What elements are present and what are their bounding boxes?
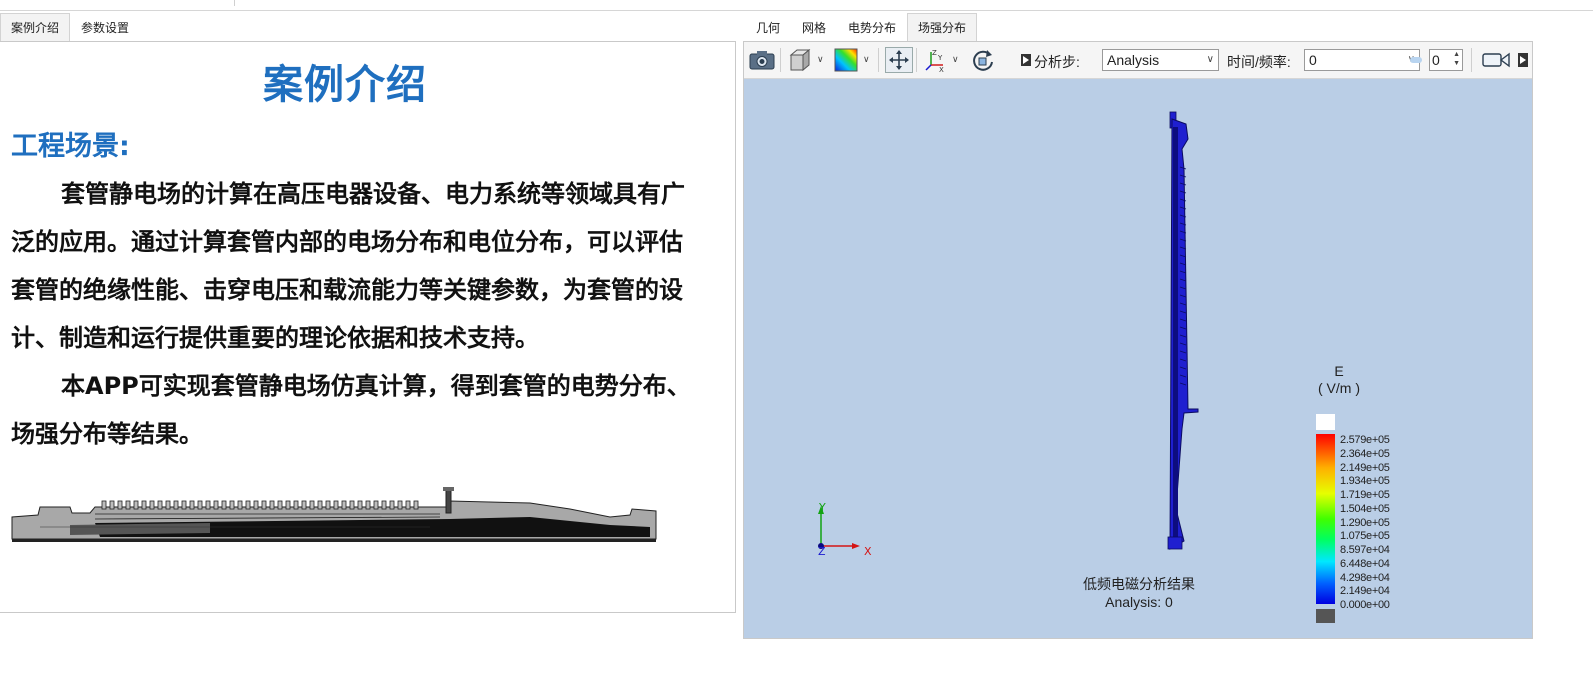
legend-overflow-high bbox=[1316, 414, 1335, 430]
divider bbox=[916, 48, 917, 72]
legend-tick-label: 2.149e+05 bbox=[1340, 462, 1390, 474]
intro-paragraph-1: 套管静电场的计算在高压电器设备、电力系统等领域具有广泛的应用。通过计算套管内部的… bbox=[11, 180, 685, 352]
right-tabbar: 几何 网格 电势分布 场强分布 bbox=[745, 13, 978, 41]
time-frequency-select[interactable]: 0 ∨ bbox=[1304, 49, 1420, 71]
frame-value: 0 bbox=[1432, 52, 1440, 68]
legend-tick-label: 2.579e+05 bbox=[1340, 434, 1390, 446]
screenshot-camera-icon[interactable] bbox=[748, 47, 776, 73]
divider bbox=[234, 0, 235, 6]
reset-rotation-icon[interactable] bbox=[969, 47, 997, 73]
tab-parameter-settings[interactable]: 参数设置 bbox=[70, 13, 140, 41]
video-camera-icon[interactable] bbox=[1482, 47, 1510, 73]
chevron-down-icon[interactable]: ∨ bbox=[817, 54, 824, 65]
tab-case-intro[interactable]: 案例介绍 bbox=[0, 13, 71, 41]
top-strip bbox=[0, 0, 1593, 11]
chevron-down-icon: ∨ bbox=[1206, 54, 1214, 65]
legend-tick-label: 0.000e+00 bbox=[1340, 599, 1390, 611]
legend-tick-label: 1.504e+05 bbox=[1340, 503, 1390, 515]
legend-colorbar bbox=[1316, 434, 1335, 604]
analysis-step-select[interactable]: Analysis ∨ bbox=[1102, 49, 1219, 71]
analysis-step-label: 分析步: bbox=[1034, 54, 1080, 70]
chevron-down-icon[interactable]: ∨ bbox=[863, 54, 870, 65]
analysis-step-value: Analysis bbox=[1107, 52, 1160, 68]
view-cube-icon[interactable] bbox=[786, 47, 814, 73]
legend-overflow-low bbox=[1316, 609, 1335, 623]
divider bbox=[878, 48, 879, 72]
legend-tick-label: 6.448e+04 bbox=[1340, 558, 1390, 570]
viewer-toolbar: ∨ ∨ ZYX ∨ 分析步: Analysis ∨ 时间/频率: 0 0 ▲ ▼ bbox=[744, 42, 1532, 79]
legend-tick-label: 2.149e+04 bbox=[1340, 585, 1390, 597]
tab-field-strength-distribution[interactable]: 场强分布 bbox=[907, 13, 978, 41]
intro-paragraph-2: 本APP可实现套管静电场仿真计算，得到套管的电势分布、场强分布等结果。 bbox=[11, 372, 691, 448]
divider bbox=[780, 48, 781, 72]
axis-label-y: Y bbox=[818, 501, 826, 514]
3d-viewport[interactable]: Y X Z E ( V/m ) 2.579e+05 2.364e+05 2.14… bbox=[744, 79, 1532, 638]
axis-label-z: Z bbox=[818, 545, 826, 558]
axes-orientation-icon[interactable]: ZYX bbox=[922, 47, 950, 73]
legend-unit: ( V/m ) bbox=[1318, 380, 1360, 396]
toolbar-overflow-icon[interactable] bbox=[1516, 47, 1530, 73]
time-frequency-label: 时间/频率: bbox=[1227, 54, 1291, 70]
spin-down-icon[interactable]: ▼ bbox=[1453, 60, 1460, 68]
svg-text:X: X bbox=[939, 66, 944, 73]
section-title: 工程场景: bbox=[11, 131, 130, 162]
fit-view-icon[interactable] bbox=[885, 47, 913, 73]
result-caption-title: 低频电磁分析结果 bbox=[1083, 576, 1195, 592]
color-map-icon[interactable] bbox=[832, 47, 860, 73]
step-marker-icon bbox=[1019, 47, 1033, 73]
frame-spinbox[interactable]: 0 ▲ ▼ bbox=[1429, 49, 1463, 71]
tab-mesh[interactable]: 网格 bbox=[791, 13, 837, 41]
frame-slider-icon[interactable] bbox=[1406, 47, 1426, 73]
spin-up-icon[interactable]: ▲ bbox=[1453, 51, 1460, 59]
legend-tick-label: 8.597e+04 bbox=[1340, 544, 1390, 556]
chevron-down-icon[interactable]: ∨ bbox=[952, 54, 959, 65]
result-view-panel: ∨ ∨ ZYX ∨ 分析步: Analysis ∨ 时间/频率: 0 0 ▲ ▼… bbox=[743, 41, 1533, 639]
legend-tick-label: 1.290e+05 bbox=[1340, 517, 1390, 529]
svg-text:Y: Y bbox=[937, 54, 943, 62]
case-intro-panel: 案例介绍 工程场景: 套管静电场的计算在高压电器设备、电力系统等领域具有广泛的应… bbox=[0, 41, 736, 613]
axis-label-x: X bbox=[864, 545, 872, 558]
bushing-section-image bbox=[11, 487, 657, 542]
legend-tick-label: 4.298e+04 bbox=[1340, 572, 1390, 584]
page-title: 案例介绍 bbox=[263, 62, 427, 108]
legend-tick-label: 1.719e+05 bbox=[1340, 489, 1390, 501]
legend-tick-label: 2.364e+05 bbox=[1340, 448, 1390, 460]
bushing-model: Y X Z bbox=[818, 111, 1335, 623]
tab-potential-distribution[interactable]: 电势分布 bbox=[837, 13, 907, 41]
time-frequency-value: 0 bbox=[1309, 52, 1317, 68]
svg-text:Z: Z bbox=[932, 49, 937, 57]
legend-tick-label: 1.934e+05 bbox=[1340, 475, 1390, 487]
tab-geometry[interactable]: 几何 bbox=[745, 13, 791, 41]
result-caption-step: Analysis: 0 bbox=[1105, 594, 1173, 610]
divider bbox=[1471, 48, 1472, 72]
legend-tick-label: 1.075e+05 bbox=[1340, 530, 1390, 542]
legend-title: E bbox=[1334, 363, 1344, 379]
left-tabbar: 案例介绍 参数设置 bbox=[0, 13, 140, 41]
